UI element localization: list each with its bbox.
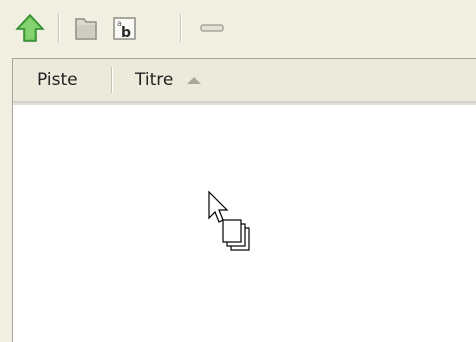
list-header: Piste Titre — [13, 59, 476, 105]
toolbar-separator — [180, 14, 182, 42]
toolbar-separator — [58, 14, 60, 42]
rename-button[interactable]: a b — [106, 10, 142, 46]
column-header-titre[interactable]: Titre — [135, 59, 202, 101]
toolbar: a b — [0, 0, 476, 56]
arrow-up-icon — [15, 13, 45, 42]
minus-icon — [200, 24, 224, 32]
sort-ascending-icon — [187, 77, 202, 84]
column-label: Titre — [135, 70, 174, 90]
up-button[interactable] — [12, 10, 48, 46]
column-header-piste[interactable]: Piste — [37, 59, 78, 101]
rename-glyph-b: b — [121, 25, 131, 41]
column-label: Piste — [37, 70, 78, 90]
remove-button[interactable] — [194, 10, 230, 46]
folder-icon — [75, 18, 97, 40]
app-window: a b Piste Titre — [0, 0, 476, 342]
drag-multiple-files-cursor-icon — [208, 190, 250, 251]
rename-ab-icon: a b — [113, 17, 136, 41]
folder-button[interactable] — [68, 10, 104, 46]
column-separator[interactable] — [111, 67, 113, 93]
